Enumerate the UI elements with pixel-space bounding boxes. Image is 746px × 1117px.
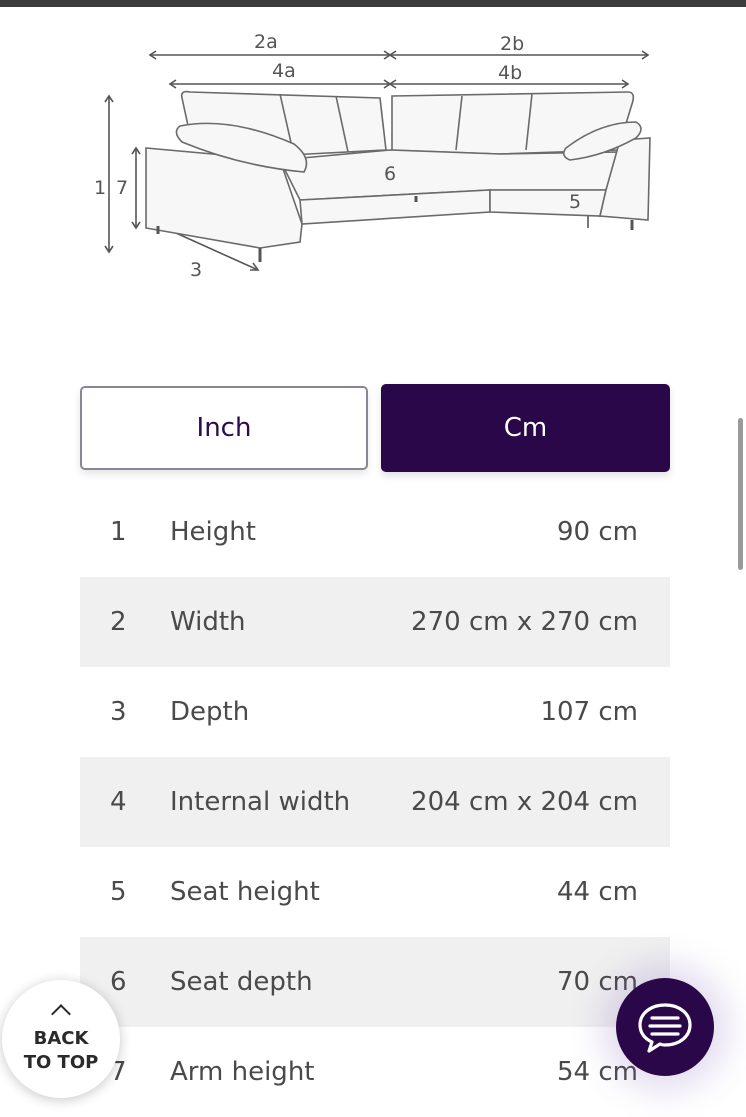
back-to-top-line2: TO TOP xyxy=(23,1052,99,1073)
dim-label-4a: 4a xyxy=(272,60,296,82)
table-row: 6 Seat depth 70 cm xyxy=(80,937,670,1027)
row-label: Depth xyxy=(170,697,250,727)
dim-label-2b: 2b xyxy=(500,33,524,55)
table-row: 7 Arm height 54 cm xyxy=(80,1027,670,1117)
back-to-top-button[interactable]: BACK TO TOP xyxy=(2,980,120,1098)
row-label: Seat height xyxy=(170,877,320,907)
unit-toggle: Inch Cm xyxy=(80,384,670,472)
table-row: 1 Height 90 cm xyxy=(80,487,670,577)
scrollbar[interactable] xyxy=(738,418,743,570)
row-number: 2 xyxy=(110,607,127,637)
dim-label-4b: 4b xyxy=(498,62,522,84)
row-number: 5 xyxy=(110,877,127,907)
row-number: 3 xyxy=(110,697,127,727)
row-value: 107 cm xyxy=(540,697,638,727)
dim-label-3: 3 xyxy=(190,259,202,281)
chat-bubble-icon xyxy=(638,1003,692,1053)
row-value: 44 cm xyxy=(557,877,638,907)
row-value: 270 cm x 270 cm xyxy=(411,607,638,637)
row-value: 204 cm x 204 cm xyxy=(411,787,638,817)
row-number: 1 xyxy=(110,517,127,547)
table-row: 2 Width 270 cm x 270 cm xyxy=(80,577,670,667)
table-row: 5 Seat height 44 cm xyxy=(80,847,670,937)
dim-label-6: 6 xyxy=(384,163,396,185)
chevron-up-icon xyxy=(51,1004,71,1024)
row-label: Internal width xyxy=(170,787,351,817)
chat-button[interactable] xyxy=(616,978,714,1076)
inch-button[interactable]: Inch xyxy=(80,386,368,470)
dim-label-5: 5 xyxy=(569,191,581,213)
dim-label-1: 1 xyxy=(94,177,106,199)
row-number: 4 xyxy=(110,787,127,817)
top-bar xyxy=(0,0,746,7)
row-label: Width xyxy=(170,607,246,637)
sofa-diagram-svg: 2a 2b 4a 4b 1 7 3 5 6 xyxy=(94,31,651,281)
sofa-dimension-diagram: 2a 2b 4a 4b 1 7 3 5 6 xyxy=(80,20,670,290)
dimensions-table: 1 Height 90 cm 2 Width 270 cm x 270 cm 3… xyxy=(80,487,670,1117)
back-to-top-line1: BACK xyxy=(33,1028,89,1049)
row-label: Arm height xyxy=(170,1057,315,1087)
dim-label-7: 7 xyxy=(116,177,128,199)
cm-button[interactable]: Cm xyxy=(381,384,670,472)
row-label: Seat depth xyxy=(170,967,313,997)
table-row: 3 Depth 107 cm xyxy=(80,667,670,757)
table-row: 4 Internal width 204 cm x 204 cm xyxy=(80,757,670,847)
row-label: Height xyxy=(170,517,256,547)
row-value: 90 cm xyxy=(557,517,638,547)
dim-label-2a: 2a xyxy=(254,31,278,53)
